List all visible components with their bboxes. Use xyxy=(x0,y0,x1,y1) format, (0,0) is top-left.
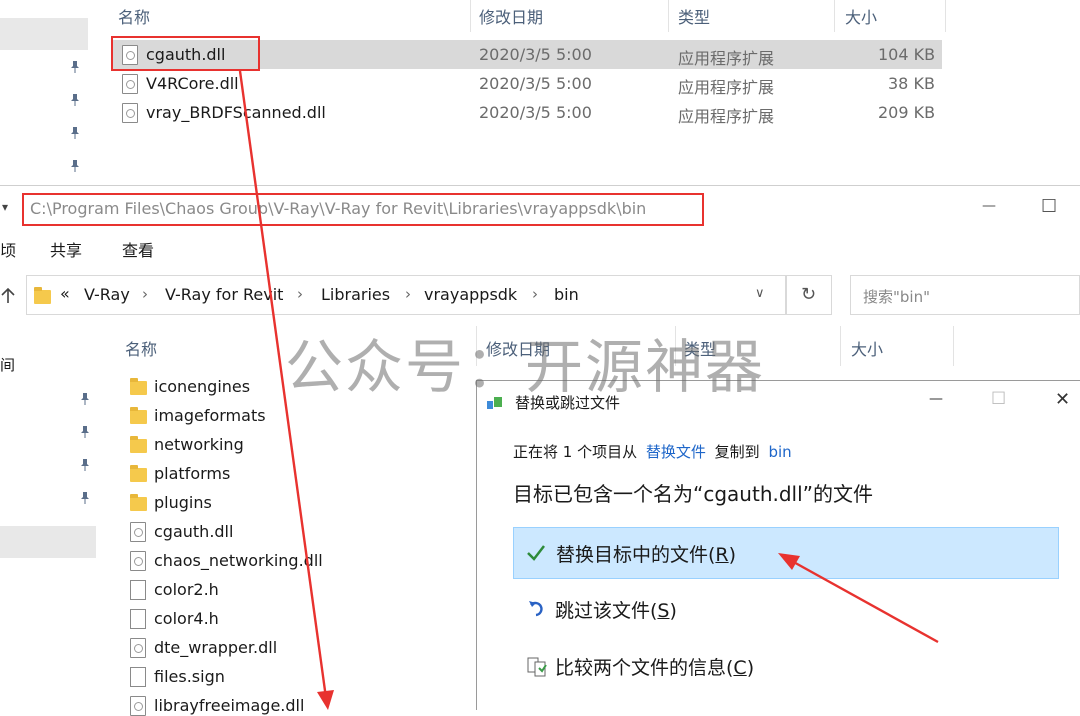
annotation-arrowhead-down xyxy=(317,690,334,710)
annotation-arrows xyxy=(238,70,939,710)
annotation-arrowhead-replace xyxy=(778,553,800,570)
annotation-arrow-to-replace xyxy=(789,558,939,644)
annotation-arrow-down xyxy=(238,70,328,699)
